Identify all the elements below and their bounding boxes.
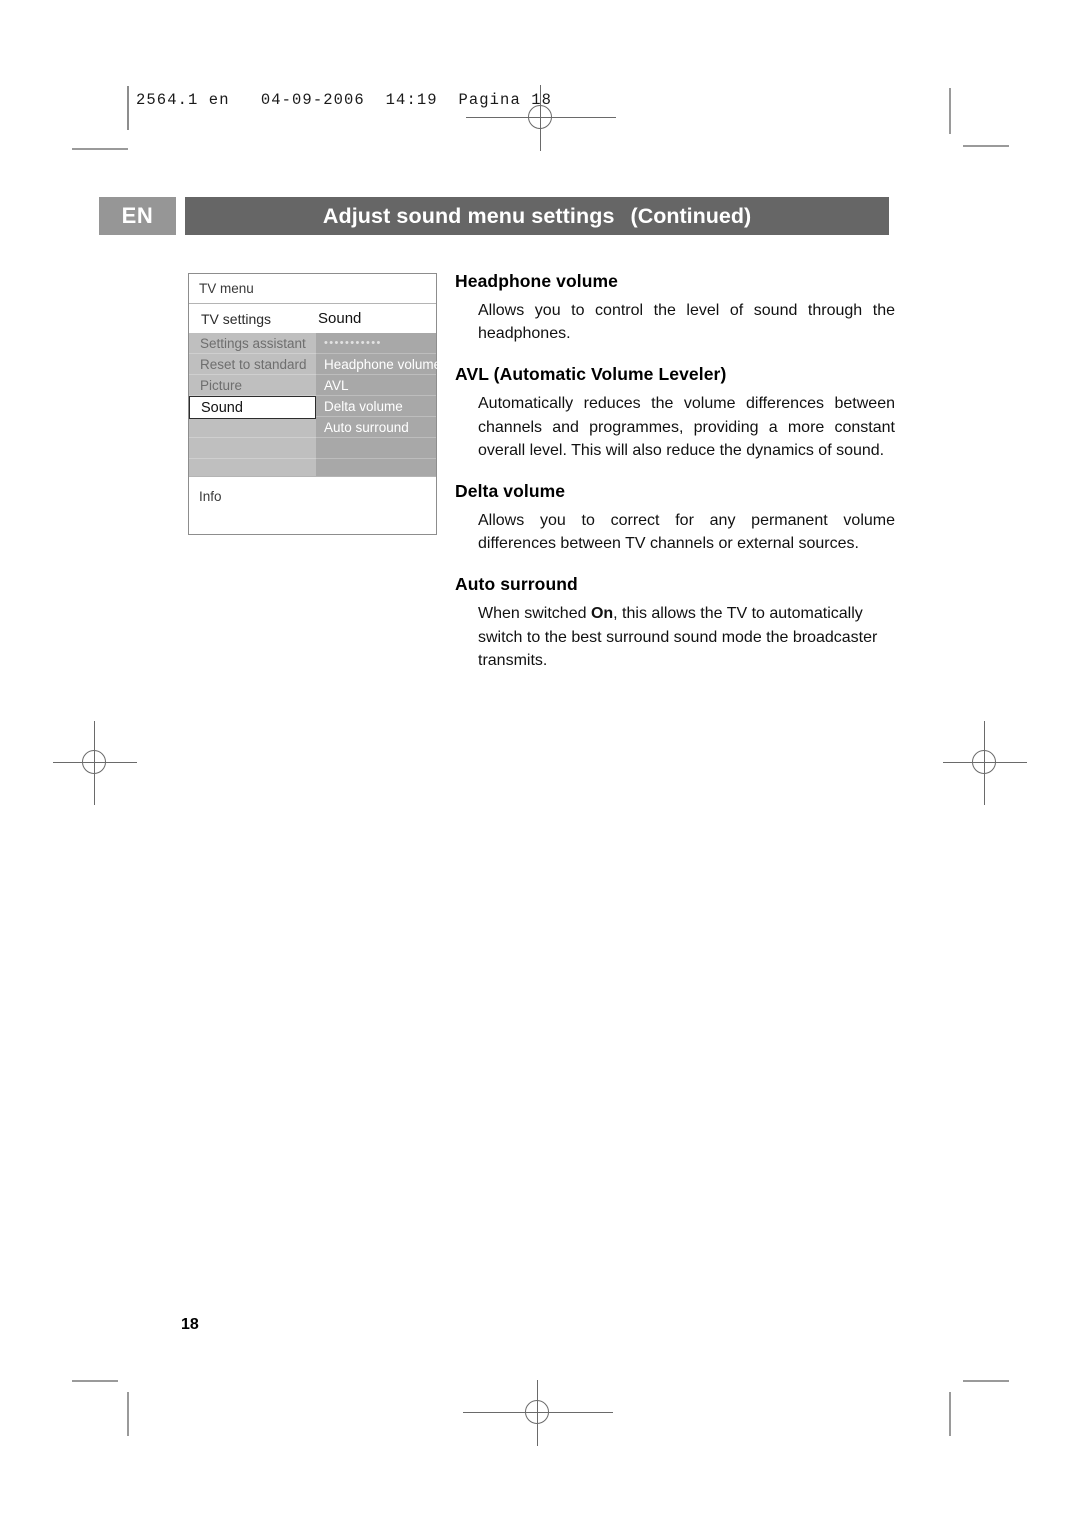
- section-avl: AVL (Automatic Volume Leveler) Automatic…: [455, 364, 895, 462]
- registration-mark-left: [53, 721, 137, 805]
- menu-item-dotted-separator: •••••••••••: [316, 333, 436, 354]
- slug-divider-rule: [127, 86, 129, 130]
- page-title: Adjust sound menu settings: [322, 203, 615, 228]
- paragraph-bold-term: On: [590, 605, 614, 623]
- crop-mark-top-right-horizontal: [963, 145, 1009, 148]
- print-slug-line: 2564.1 en 04-09-2006 14:19 Pagina 18: [136, 91, 553, 109]
- registration-mark-top-center: [466, 76, 616, 160]
- registration-mark-circle: [972, 750, 996, 774]
- menu-item-delta-volume[interactable]: Delta volume: [316, 396, 436, 417]
- crop-mark-top-left-horizontal: [72, 148, 128, 151]
- crop-mark-bottom-left-vertical: [127, 1392, 130, 1436]
- tv-menu-subheader-right: Sound: [318, 310, 362, 327]
- menu-item-empty-2: [189, 417, 316, 438]
- section-heading: AVL (Automatic Volume Leveler): [455, 364, 727, 385]
- tv-menu-info-label: Info: [189, 476, 436, 534]
- page-title-continued-label: (Continued): [630, 203, 752, 228]
- tv-menu-subheader: TV settings Sound: [189, 304, 436, 333]
- tv-menu-body: Settings assistant Reset to standard Pic…: [189, 333, 441, 476]
- tv-menu-right-column: ••••••••••• Headphone volume AVL Delta v…: [316, 333, 441, 476]
- page-number: 18: [181, 1316, 199, 1333]
- menu-item-reset-to-standard[interactable]: Reset to standard: [189, 354, 316, 375]
- tv-menu-screenshot: TV menu TV settings Sound Settings assis…: [188, 273, 441, 535]
- crop-mark-bottom-right-horizontal: [963, 1380, 1009, 1383]
- registration-mark-right: [943, 721, 1027, 805]
- menu-item-headphone-volume[interactable]: Headphone volume: [316, 354, 441, 375]
- menu-item-auto-surround[interactable]: Auto surround: [316, 417, 436, 438]
- menu-item-empty-3: [189, 438, 316, 459]
- menu-item-right-empty: [316, 438, 436, 459]
- tv-menu-subheader-left: TV settings: [201, 310, 272, 327]
- language-badge: EN: [99, 197, 176, 235]
- section-heading: Delta volume: [455, 480, 566, 501]
- page-title-bar: Adjust sound menu settings (Continued): [185, 197, 889, 235]
- registration-mark-circle: [525, 1400, 549, 1424]
- section-paragraph: Allows you to correct for any permanent …: [478, 511, 895, 553]
- section-headphone-volume: Headphone volume Allows you to control t…: [455, 271, 895, 345]
- article-body: Headphone volume Allows you to control t…: [455, 271, 895, 691]
- menu-item-avl[interactable]: AVL: [316, 375, 436, 396]
- paragraph-text-before-bold: When switched: [478, 605, 591, 623]
- crop-mark-bottom-left-horizontal: [72, 1380, 118, 1383]
- crop-mark-bottom-right-vertical: [949, 1392, 952, 1436]
- crop-mark-top-right-vertical: [949, 88, 952, 134]
- menu-item-settings-assistant[interactable]: Settings assistant: [189, 333, 316, 354]
- section-paragraph: Allows you to control the level of sound…: [478, 302, 895, 343]
- menu-item-picture[interactable]: Picture: [189, 375, 316, 396]
- registration-mark-circle: [82, 750, 106, 774]
- section-auto-surround: Auto surround When switched On, this all…: [455, 574, 895, 672]
- section-delta-volume: Delta volume Allows you to correct for a…: [455, 481, 895, 555]
- page-header: Adjust sound menu settings (Continued) E…: [99, 197, 889, 235]
- section-heading: Headphone volume: [455, 271, 619, 291]
- section-paragraph: Automatically reduces the volume differe…: [478, 395, 895, 459]
- menu-item-sound-selected[interactable]: Sound: [189, 396, 316, 419]
- section-paragraph: When switched On, this allows the TV to …: [455, 602, 895, 672]
- registration-mark-bottom-center: [463, 1371, 613, 1455]
- tv-menu-title: TV menu: [189, 274, 436, 304]
- section-heading: Auto surround: [455, 574, 578, 595]
